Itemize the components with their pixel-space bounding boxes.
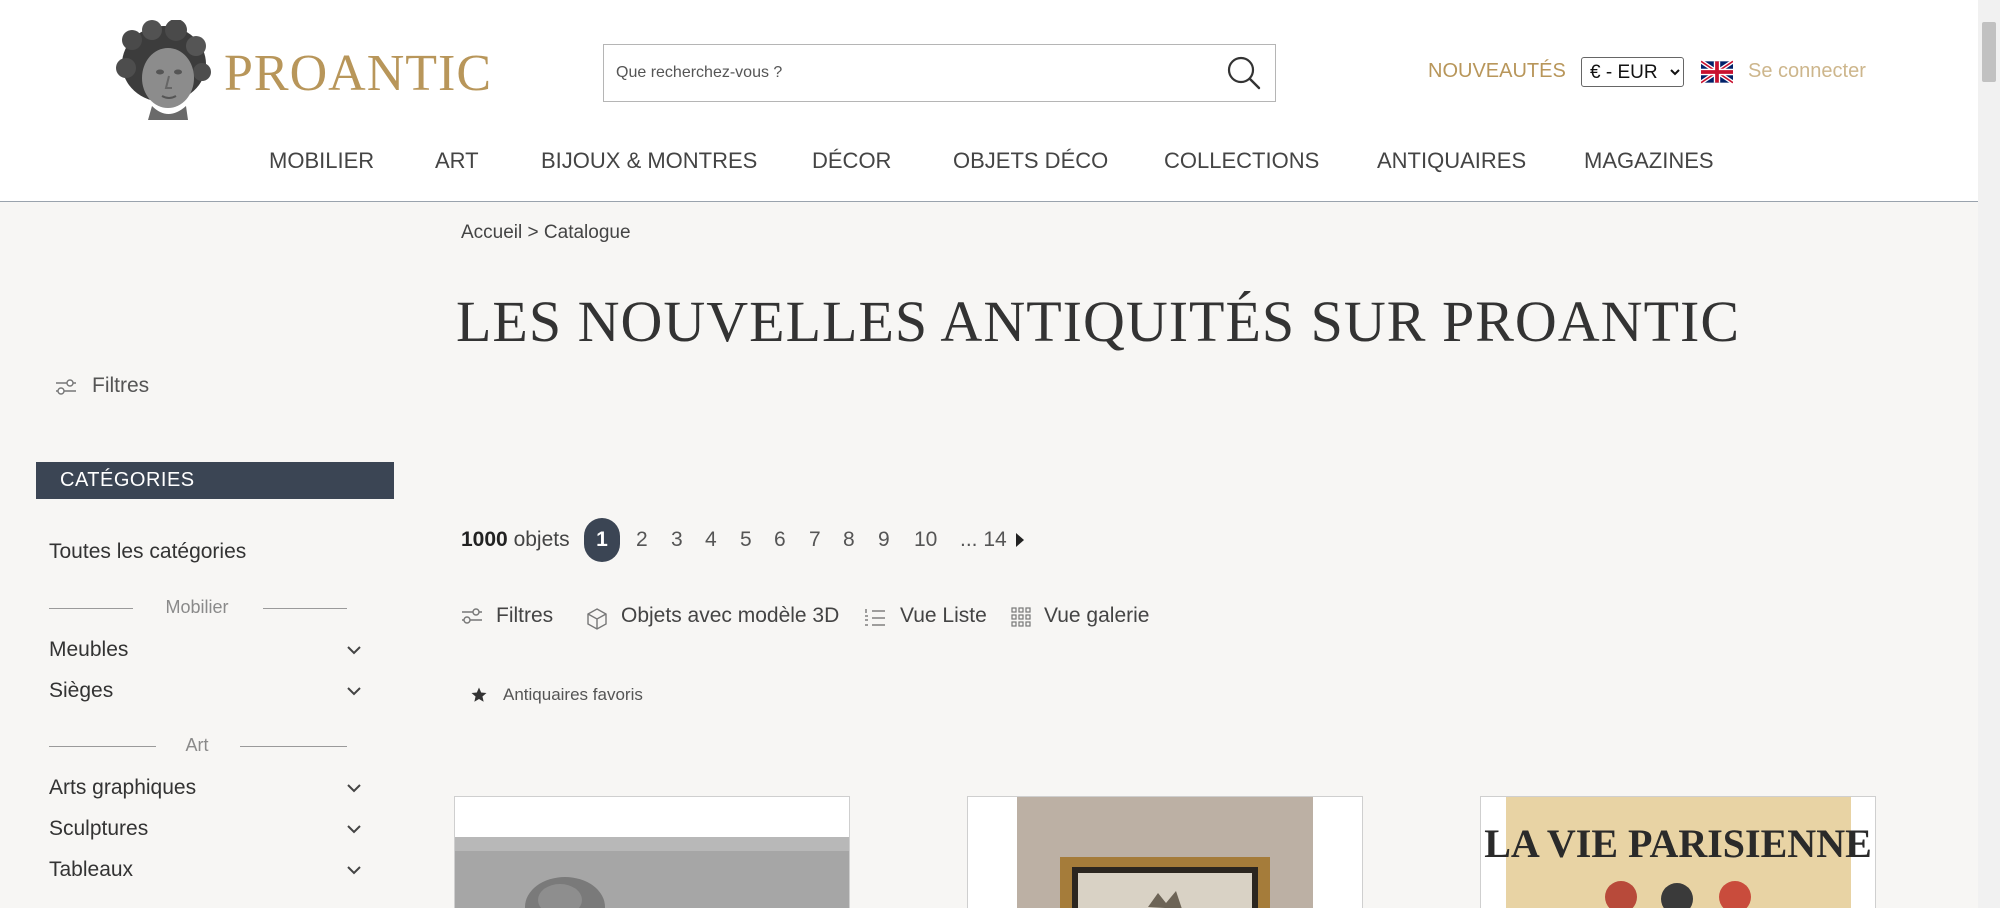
page-7-button[interactable]: 7 xyxy=(809,528,821,552)
category-item-label: Tableaux xyxy=(49,858,134,881)
chevron-down-icon[interactable] xyxy=(347,866,361,875)
nav-item-bijoux-montres[interactable]: BIJOUX & MONTRES xyxy=(541,148,757,174)
product-image xyxy=(455,797,849,908)
main-nav: MOBILIER ART BIJOUX & MONTRES DÉCOR OBJE… xyxy=(0,148,1978,180)
page-4-button[interactable]: 4 xyxy=(705,528,717,552)
grid-view-icon xyxy=(1011,607,1031,627)
results-count: 1000 objets xyxy=(461,528,570,552)
logo-bust-icon[interactable] xyxy=(112,19,212,122)
list-view-label: Vue Liste xyxy=(900,604,987,627)
nav-item-mobilier[interactable]: MOBILIER xyxy=(269,148,374,174)
category-group-divider: Art xyxy=(49,735,347,757)
page-5-button[interactable]: 5 xyxy=(740,528,752,552)
filter-sliders-icon xyxy=(462,608,482,624)
category-item-arts-graphiques[interactable]: Arts graphiques xyxy=(49,776,369,800)
page-title: LES NOUVELLES ANTIQUITÉS SUR PROANTIC xyxy=(456,289,1740,354)
filter-sliders-icon xyxy=(56,379,76,395)
product-card[interactable]: LA VIE PARISIENNE xyxy=(1480,796,1876,908)
nav-item-decor[interactable]: DÉCOR xyxy=(812,148,891,174)
page-10-button[interactable]: 10 xyxy=(914,528,937,552)
product-card[interactable] xyxy=(967,796,1363,908)
page-3-button[interactable]: 3 xyxy=(671,528,683,552)
site-header: PROANTIC NOUVEAUTÉS € - EUR Se connecter… xyxy=(0,0,1978,202)
breadcrumb[interactable]: Accueil > Catalogue xyxy=(461,222,631,244)
chevron-down-icon[interactable] xyxy=(347,784,361,793)
category-item-tableaux[interactable]: Tableaux xyxy=(49,858,369,882)
category-item-label: Arts graphiques xyxy=(49,776,197,799)
nav-item-collections[interactable]: COLLECTIONS xyxy=(1164,148,1319,174)
search-input[interactable] xyxy=(616,45,1196,101)
nav-item-art[interactable]: ART xyxy=(435,148,479,174)
product-card[interactable] xyxy=(454,796,850,908)
cube-3d-icon xyxy=(587,608,607,630)
filters-label: Filtres xyxy=(496,604,554,627)
scrollbar-thumb[interactable] xyxy=(1982,22,1996,82)
page-1-button[interactable]: 1 xyxy=(584,518,620,562)
scrollbar[interactable] xyxy=(1978,0,2000,908)
chevron-down-icon[interactable] xyxy=(347,825,361,834)
nav-item-magazines[interactable]: MAGAZINES xyxy=(1584,148,1714,174)
category-group-label: Mobilier xyxy=(165,597,229,617)
page-2-button[interactable]: 2 xyxy=(636,528,648,552)
poster-title: LA VIE PARISIENNE xyxy=(1484,821,1872,866)
site-logo[interactable]: PROANTIC xyxy=(224,44,492,103)
results-unit: objets xyxy=(513,528,570,551)
category-group-divider: Mobilier xyxy=(49,597,347,619)
uk-flag-icon[interactable] xyxy=(1701,60,1733,84)
page-last-button[interactable]: ... 14 xyxy=(960,528,1007,552)
currency-select[interactable]: € - EUR xyxy=(1581,57,1684,87)
chevron-down-icon[interactable] xyxy=(347,646,361,655)
categories-header: CATÉGORIES xyxy=(36,462,394,499)
list-view-icon xyxy=(865,609,885,626)
new-items-link[interactable]: NOUVEAUTÉS xyxy=(1428,60,1566,83)
nav-item-objets-deco[interactable]: OBJETS DÉCO xyxy=(953,148,1108,174)
gallery-view-label: Vue galerie xyxy=(1044,604,1150,627)
category-item-label: Meubles xyxy=(49,638,129,661)
next-page-icon[interactable] xyxy=(1015,533,1025,547)
3d-models-label: Objets avec modèle 3D xyxy=(621,604,840,627)
category-all[interactable]: Toutes les catégories xyxy=(49,540,246,564)
search-icon[interactable] xyxy=(1225,54,1263,92)
page-9-button[interactable]: 9 xyxy=(878,528,890,552)
category-item-label: Sièges xyxy=(49,679,114,702)
favorite-dealers-label: Antiquaires favoris xyxy=(503,685,643,704)
category-item-label: Sculptures xyxy=(49,817,149,840)
sidebar-filters-label: Filtres xyxy=(92,374,150,397)
category-item-sieges[interactable]: Sièges xyxy=(49,679,369,703)
nav-item-antiquaires[interactable]: ANTIQUAIRES xyxy=(1377,148,1526,174)
category-item-sculptures[interactable]: Sculptures xyxy=(49,817,369,841)
star-icon xyxy=(471,687,487,702)
category-item-meubles[interactable]: Meubles xyxy=(49,638,369,662)
product-image xyxy=(968,797,1362,908)
page-8-button[interactable]: 8 xyxy=(843,528,855,552)
results-number: 1000 xyxy=(461,528,508,551)
search-box xyxy=(603,44,1276,102)
page-6-button[interactable]: 6 xyxy=(774,528,786,552)
chevron-down-icon[interactable] xyxy=(347,687,361,696)
category-group-label: Art xyxy=(185,735,209,755)
product-image: LA VIE PARISIENNE xyxy=(1481,797,1875,908)
login-link[interactable]: Se connecter xyxy=(1748,60,1866,83)
